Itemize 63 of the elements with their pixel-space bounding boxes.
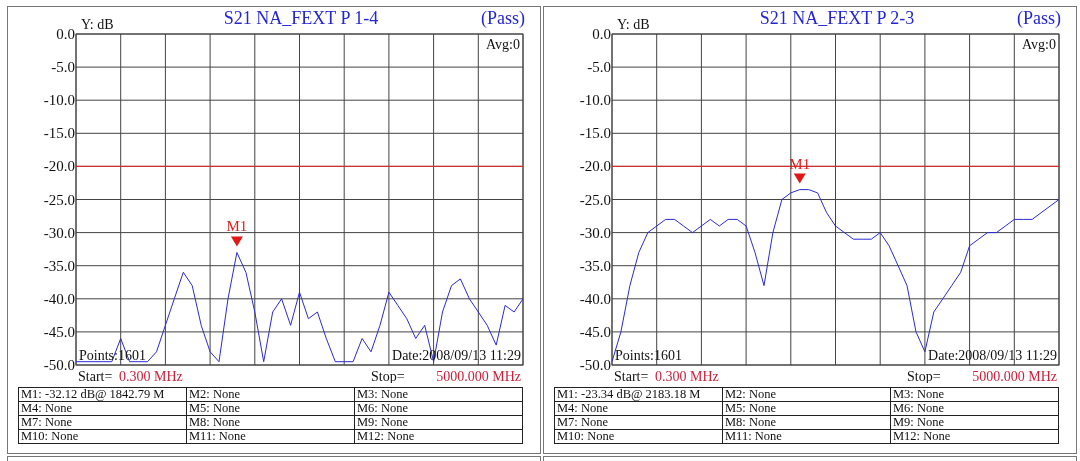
chart-title: S21 NA_FEXT P 2-3 (759, 8, 915, 28)
table-cell: M1: -23.34 dB@ 2183.18 M (554, 387, 723, 402)
table-cell: M5: None (722, 401, 891, 416)
table-cell: M10: None (554, 429, 723, 444)
y-tick-label: -30.0 (43, 224, 75, 241)
y-axis-label: Y: dB (81, 17, 114, 32)
table-cell: M12: None (354, 429, 523, 444)
table-cell: M8: None (722, 415, 891, 430)
stop-value: 5000.000 MHz (972, 369, 1057, 383)
average-label: Avg:0 (1022, 37, 1056, 52)
table-cell: M5: None (186, 401, 355, 416)
table-cell: M8: None (186, 415, 355, 430)
marker-triangle-icon (793, 173, 806, 184)
y-tick-label: -30.0 (579, 224, 611, 241)
table-cell: M2: None (186, 387, 355, 402)
start-label: Start= (78, 369, 113, 383)
start-value: 0.300 MHz (119, 369, 183, 383)
chart-title: S21 NA_FEXT P 1-4 (223, 8, 379, 28)
y-tick-label: -15.0 (579, 125, 611, 142)
stop-value: 5000.000 MHz (436, 369, 521, 383)
marker-label: M1 (226, 218, 248, 235)
y-tick-label: 0.0 (56, 26, 75, 42)
start-label: Start= (614, 369, 649, 383)
table-cell: M9: None (890, 415, 1059, 430)
y-tick-label: -40.0 (43, 290, 75, 307)
table-cell: M9: None (354, 415, 523, 430)
y-tick-label: -45.0 (579, 323, 611, 340)
y-tick-label: -25.0 (579, 191, 611, 208)
table-cell: M11: None (722, 429, 891, 444)
table-cell: M1: -32.12 dB@ 1842.79 M (18, 387, 187, 402)
table-cell: M10: None (18, 429, 187, 444)
verdict-label: (Pass) (1017, 8, 1061, 28)
table-cell: M3: None (890, 387, 1059, 402)
marker-triangle-icon (230, 236, 243, 247)
table-cell: M6: None (890, 401, 1059, 416)
y-tick-label: -10.0 (43, 92, 75, 109)
y-tick-label: -25.0 (43, 191, 75, 208)
table-cell: M11: None (186, 429, 355, 444)
y-tick-label: -35.0 (579, 257, 611, 274)
table-cell: M2: None (722, 387, 891, 402)
table-cell: M3: None (354, 387, 523, 402)
y-tick-label: -10.0 (579, 92, 611, 109)
y-tick-label: -20.0 (579, 158, 611, 175)
y-tick-label: -45.0 (43, 323, 75, 340)
y-tick-label: -40.0 (579, 290, 611, 307)
y-tick-label: -15.0 (43, 125, 75, 142)
table-cell: M4: None (18, 401, 187, 416)
table-cell: M7: None (554, 415, 723, 430)
y-tick-label: -50.0 (43, 357, 75, 373)
table-cell: M4: None (554, 401, 723, 416)
y-tick-label: -5.0 (51, 59, 75, 76)
table-cell: M7: None (18, 415, 187, 430)
y-tick-label: -20.0 (43, 158, 75, 175)
start-value: 0.300 MHz (655, 369, 719, 383)
y-tick-label: -5.0 (587, 59, 611, 76)
y-tick-label: -35.0 (43, 257, 75, 274)
y-axis-label: Y: dB (617, 17, 650, 32)
y-tick-label: -50.0 (579, 357, 611, 373)
table-cell: M6: None (354, 401, 523, 416)
average-label: Avg:0 (486, 37, 520, 52)
verdict-label: (Pass) (481, 8, 525, 28)
table-cell: M12: None (890, 429, 1059, 444)
y-tick-label: 0.0 (592, 26, 611, 42)
